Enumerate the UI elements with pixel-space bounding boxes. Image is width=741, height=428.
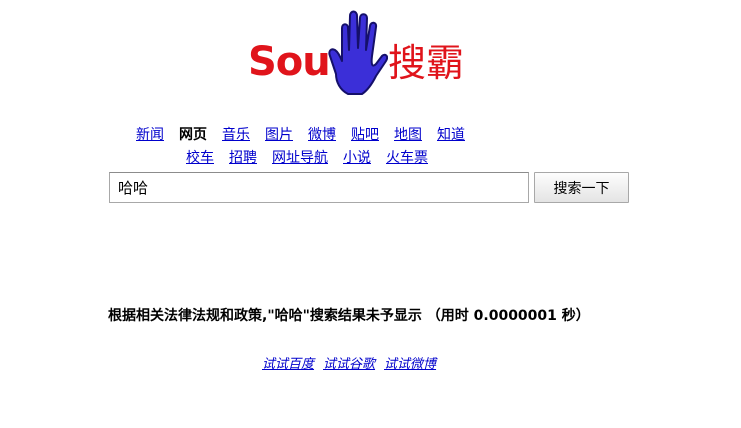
nav-link-web-directory[interactable]: 网址导航 <box>272 149 328 167</box>
nav-link-weibo[interactable]: 微博 <box>308 126 336 144</box>
nav-link-zhidao[interactable]: 知道 <box>437 126 465 144</box>
try-weibo-link[interactable]: 试试微博 <box>384 356 436 373</box>
blue-hand-icon <box>328 10 388 95</box>
try-google-link[interactable]: 试试谷歌 <box>323 356 375 373</box>
nav-link-tieba[interactable]: 贴吧 <box>351 126 379 144</box>
nav-link-novels[interactable]: 小说 <box>343 149 371 167</box>
nav-primary: 新闻 网页 音乐 图片 微博 贴吧 地图 知道 <box>136 126 480 144</box>
nav-link-map[interactable]: 地图 <box>394 126 422 144</box>
censorship-notice: 根据相关法律法规和政策,"哈哈"搜索结果未予显示 （用时 0.0000001 秒… <box>108 308 590 324</box>
search-input[interactable] <box>109 172 529 203</box>
nav-current-web: 网页 <box>179 127 207 143</box>
nav-link-music[interactable]: 音乐 <box>222 126 250 144</box>
try-baidu-link[interactable]: 试试百度 <box>262 356 314 373</box>
nav-link-images[interactable]: 图片 <box>265 126 293 144</box>
nav-link-news[interactable]: 新闻 <box>136 126 164 144</box>
nav-secondary: 校车 招聘 网址导航 小说 火车票 <box>186 149 443 167</box>
nav-link-train-tickets[interactable]: 火车票 <box>386 149 428 167</box>
logo-text-chinese: 搜霸 <box>388 41 465 85</box>
try-links: 试试百度 试试谷歌 试试微博 <box>262 356 445 373</box>
nav-link-jobs[interactable]: 招聘 <box>229 149 257 167</box>
logo: Sou 搜霸 <box>240 10 480 102</box>
search-button[interactable]: 搜索一下 <box>534 172 629 203</box>
nav-link-school-bus[interactable]: 校车 <box>186 149 214 167</box>
logo-text-sou: Sou <box>248 39 331 85</box>
